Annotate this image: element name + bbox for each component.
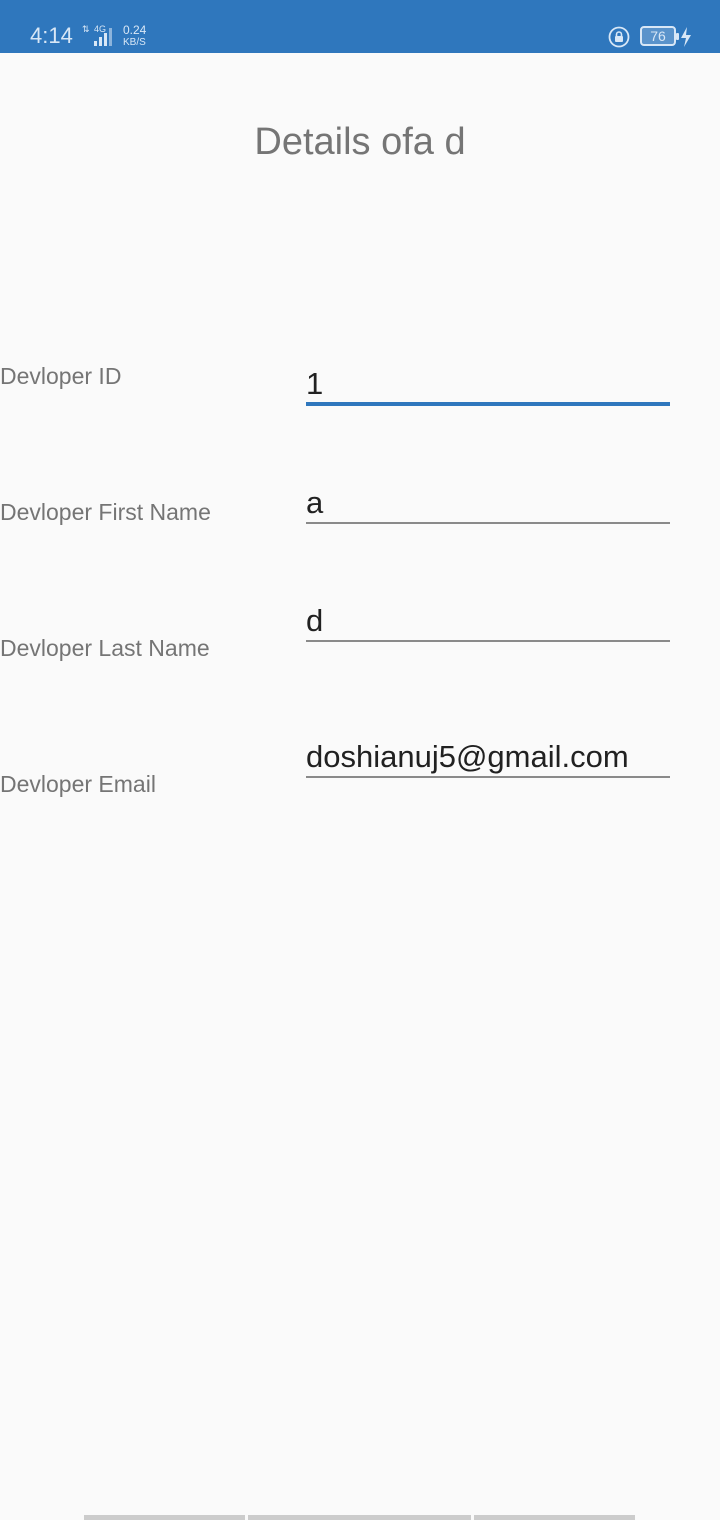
nav-back-area[interactable] xyxy=(84,1515,245,1520)
developer-first-name-field[interactable] xyxy=(306,484,670,524)
network-speed-value: 0.24 xyxy=(123,23,147,37)
battery-icon: 76 xyxy=(640,26,679,46)
developer-email-label: Devloper Email xyxy=(0,771,156,797)
nav-home-area[interactable] xyxy=(248,1515,471,1520)
nav-recents-area[interactable] xyxy=(474,1515,635,1520)
developer-last-name-field[interactable] xyxy=(306,602,670,642)
developer-id-field[interactable] xyxy=(306,366,670,406)
navigation-bar xyxy=(0,1512,720,1520)
network-speed: 0.24 KB/S xyxy=(123,23,147,49)
network-speed-unit: KB/S xyxy=(123,37,146,48)
charging-bolt-icon xyxy=(681,27,691,47)
status-bar: 4:14 ⇅ 4G 0.24 KB/S 76 xyxy=(0,0,720,53)
rotation-lock-icon xyxy=(608,26,630,48)
battery-level: 76 xyxy=(650,28,666,44)
status-time: 4:14 xyxy=(30,23,73,48)
developer-last-name-label: Devloper Last Name xyxy=(0,635,210,661)
network-indicator: ⇅ 4G xyxy=(82,24,120,46)
data-transfer-icon: ⇅ xyxy=(82,24,90,34)
signal-icon xyxy=(94,28,118,46)
developer-first-name-label: Devloper First Name xyxy=(0,499,211,525)
developer-id-label: Devloper ID xyxy=(0,363,122,389)
developer-email-field[interactable] xyxy=(306,738,670,778)
page-title: Details ofa d xyxy=(254,121,466,163)
